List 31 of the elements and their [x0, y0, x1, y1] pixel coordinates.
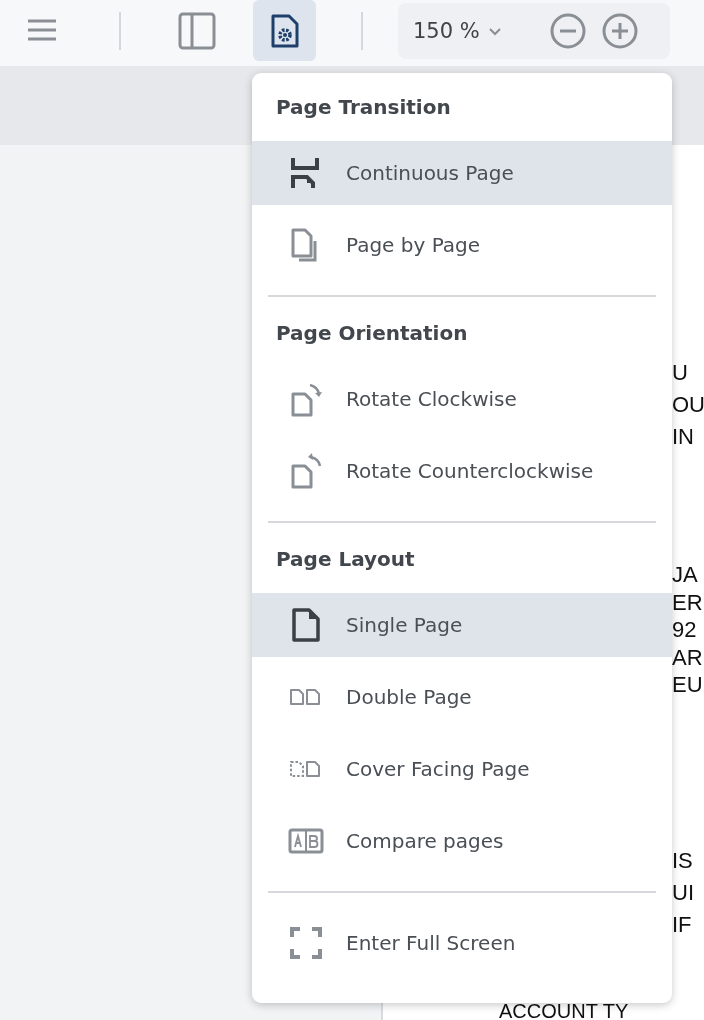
document-text: 92	[672, 616, 698, 644]
menu-item[interactable]: Enter Full Screen	[252, 911, 672, 975]
document-text: AR	[672, 643, 704, 671]
document-text: EU	[672, 671, 704, 699]
menu-item[interactable]: Rotate Clockwise	[252, 367, 672, 431]
menu-item[interactable]: Page by Page	[252, 213, 672, 277]
document-text: IF	[672, 910, 693, 939]
document-text: JA	[672, 561, 699, 589]
menu-item[interactable]: Continuous Page	[252, 141, 672, 205]
menu-item[interactable]: Compare pages	[252, 809, 672, 873]
section-heading: Page Layout	[275, 546, 416, 573]
section-heading: Page Orientation	[275, 320, 469, 347]
menu-item[interactable]: Cover Facing Page	[252, 737, 672, 801]
document-text: UI	[672, 878, 695, 907]
menu-item[interactable]: Single Page	[252, 593, 672, 657]
zoom-out-icon[interactable]	[549, 12, 587, 50]
page-gear-icon	[269, 12, 300, 49]
document-text: IN	[672, 423, 695, 451]
zoom-in-icon[interactable]	[601, 12, 639, 50]
document-text: ACCOUNT TY	[499, 1001, 629, 1020]
document-text: ER	[672, 588, 704, 616]
menu-item[interactable]: Rotate Counterclockwise	[252, 439, 672, 503]
document-text: OU	[672, 391, 704, 419]
sidebar-icon[interactable]	[178, 12, 216, 50]
page-settings-button[interactable]	[253, 0, 316, 61]
menu-item[interactable]: Double Page	[252, 665, 672, 729]
document-text: U	[672, 359, 689, 387]
fullscreen-icon	[288, 925, 324, 961]
document-text: IS	[672, 846, 694, 875]
caret-icon	[487, 26, 502, 36]
section-heading: Page Transition	[275, 94, 452, 121]
